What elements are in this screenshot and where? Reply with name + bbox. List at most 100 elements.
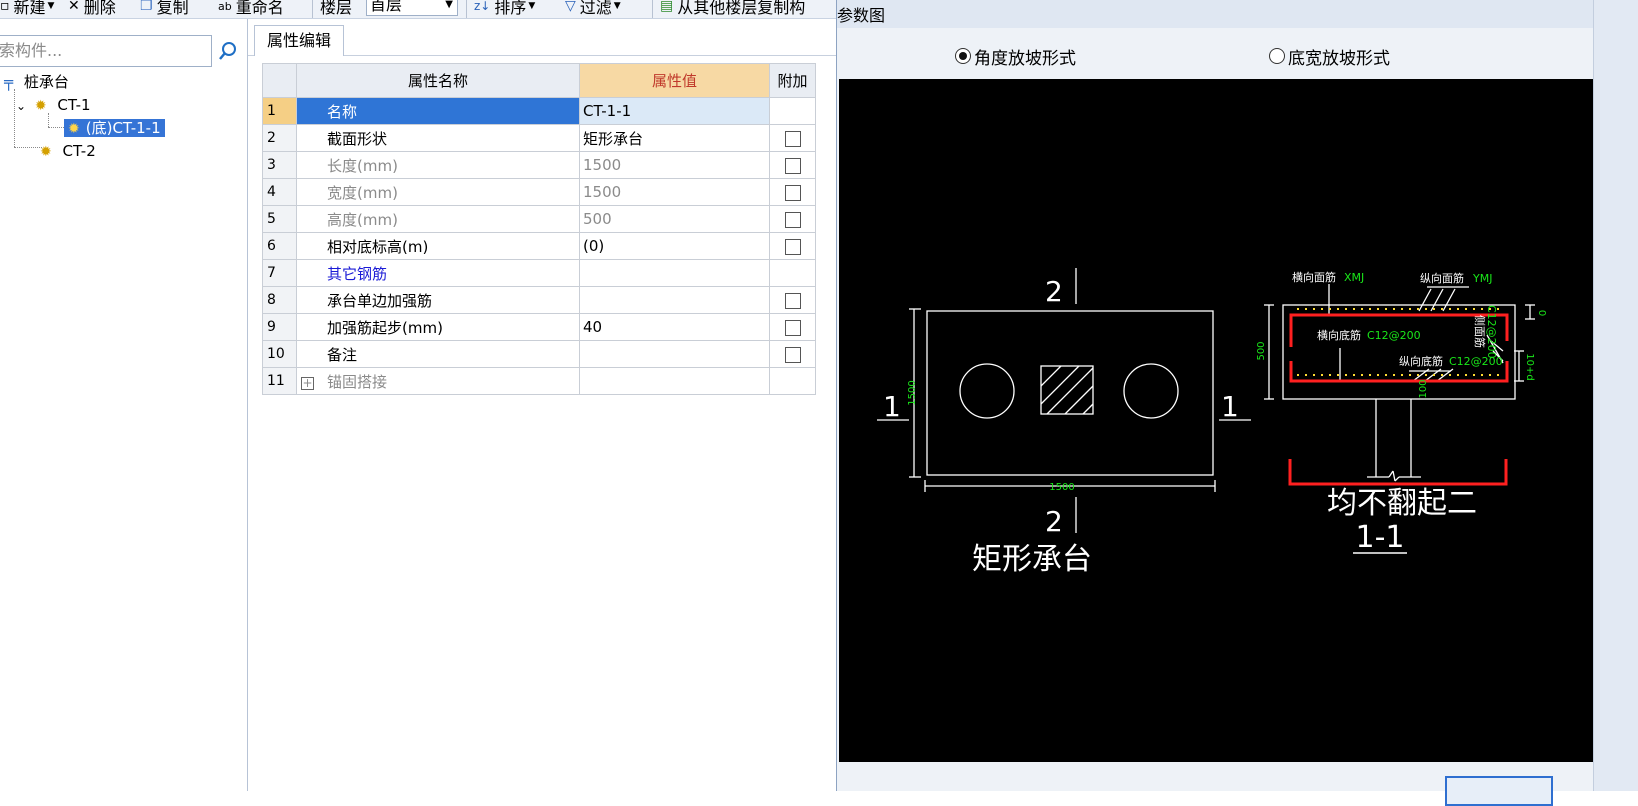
property-value[interactable]: (0) [579,232,770,260]
rebar-labels: 横向面筋 XMJ 纵向面筋 YMJ 横向底筋 C12@200 纵向底筋 C12@… [1292,270,1503,368]
expand-icon[interactable]: + [301,376,314,390]
extra-checkbox[interactable] [784,130,801,147]
table-row[interactable]: 5 高度(mm) 500 [262,205,816,233]
filter-button[interactable]: ▽ 过滤 ▼ [565,0,621,17]
table-row[interactable]: 11 + 锚固搭接 [262,367,816,395]
label-top-horizontal: 横向面筋 [1292,270,1336,284]
tree-node-ct2[interactable]: ✹ CT-2 [40,140,96,162]
copy-from-floor-button[interactable]: ▤ 从其他楼层复制构 [660,0,805,17]
column-header-name[interactable]: 属性名称 [296,63,580,98]
sort-button[interactable]: z↓ 排序 ▼ [474,0,535,17]
code-bottom-horizontal: C12@200 [1367,329,1421,342]
table-row[interactable]: 10 备注 [262,340,816,368]
extra-cell [769,205,816,233]
table-row[interactable]: 6 相对底标高(m) (0) [262,232,816,260]
property-name[interactable]: 相对底标高(m) [296,232,580,260]
extra-checkbox[interactable] [784,319,801,336]
tab-property-edit[interactable]: 属性编辑 [254,25,345,56]
property-value[interactable] [579,367,770,395]
extra-checkbox[interactable] [784,346,801,363]
row-number: 8 [262,286,297,314]
dropdown-arrow-icon: ▼ [47,1,55,11]
property-name[interactable]: + 锚固搭接 [296,367,580,395]
column-header-extra[interactable]: 附加 [769,63,816,98]
floor-select[interactable]: 首层 ▼ [366,0,458,16]
tree-node-ct1[interactable]: ⌄ ✹ CT-1 [16,94,91,116]
code-top-horizontal: XMJ [1344,271,1364,284]
property-name[interactable]: 长度(mm) [296,151,580,179]
toolbar-divider [466,0,467,18]
property-value[interactable]: 500 [579,205,770,233]
table-row[interactable]: 8 承台单边加强筋 [262,286,816,314]
property-name[interactable]: 高度(mm) [296,205,580,233]
dialog-title: 参数图 [837,6,886,25]
table-row[interactable]: 3 长度(mm) 1500 [262,151,816,179]
extra-checkbox[interactable] [784,238,801,255]
extra-checkbox[interactable] [784,211,801,228]
table-row[interactable]: 9 加强筋起步(mm) 40 [262,313,816,341]
property-value[interactable] [579,286,770,314]
code-top-vertical: YMJ [1472,272,1492,285]
property-value[interactable]: CT-1-1 [579,97,770,125]
extra-checkbox[interactable] [784,184,801,201]
pile-circle [959,363,1015,419]
extra-cell [769,340,816,368]
component-panel: 索构件... ╤ 桩承台 ⌄ ✹ CT-1 ✹ (底)CT-1-1 ✹ CT-2 [0,19,248,791]
height-dimension: 500 [1256,341,1267,360]
property-name[interactable]: 其它钢筋 [296,259,580,287]
property-name[interactable]: 承台单边加强筋 [296,286,580,314]
sort-icon: z↓ [474,0,491,13]
property-name[interactable]: 名称 [296,97,580,125]
row-number: 7 [262,259,297,287]
dialog-scrollbar[interactable] [1593,0,1638,791]
extra-checkbox[interactable] [784,157,801,174]
property-name[interactable]: 截面形状 [296,124,580,152]
tree-node-root[interactable]: ╤ 桩承台 [4,71,69,93]
parameter-diagram-dialog: 参数图 角度放坡形式 底宽放坡形式 2 2 1 1 矩形承台 1500 1500… [836,0,1638,806]
tree-node-ct1-1[interactable]: ✹ (底)CT-1-1 [64,117,165,139]
table-row[interactable]: 1 名称 CT-1-1 [262,97,816,125]
column-header-value[interactable]: 属性值 [579,63,770,98]
rename-button[interactable]: ab 重命名 [218,0,284,17]
bottom-cover-dimension: 100 [1418,379,1429,398]
property-name[interactable]: 加强筋起步(mm) [296,313,580,341]
delete-button[interactable]: ✕ 删除 [68,0,116,17]
property-value[interactable] [579,259,770,287]
table-row[interactable]: 4 宽度(mm) 1500 [262,178,816,206]
property-value[interactable]: 1500 [579,178,770,206]
extra-cell [769,97,816,125]
table-row[interactable]: 2 截面形状 矩形承台 [262,124,816,152]
row-number: 11 [262,367,297,395]
search-input[interactable]: 索构件... [0,35,212,67]
section-note: 均不翻起二 [1327,486,1477,521]
copy-icon: ❐ [140,0,153,14]
search-icon [219,42,236,60]
property-name[interactable]: 备注 [296,340,580,368]
top-cover-dimension: 0 [1536,310,1547,316]
dialog-button[interactable] [1445,776,1553,806]
rename-icon: ab [218,0,232,13]
row-number: 6 [262,232,297,260]
table-row[interactable]: 7 其它钢筋 [262,259,816,287]
radio-width-slope[interactable]: 底宽放坡形式 [1269,44,1390,69]
copy-button[interactable]: ❐ 复制 [140,0,189,17]
chevron-down-icon[interactable]: ⌄ [16,99,26,113]
extra-checkbox[interactable] [784,292,801,309]
search-button[interactable] [214,36,242,66]
property-value[interactable]: 40 [579,313,770,341]
extra-cell [769,232,816,260]
row-number-header [262,63,297,98]
property-value[interactable] [579,340,770,368]
property-value[interactable]: 矩形承台 [579,124,770,152]
radio-angle-slope[interactable]: 角度放坡形式 [955,44,1076,69]
property-name[interactable]: 宽度(mm) [296,178,580,206]
property-value[interactable]: 1500 [579,151,770,179]
dialog-body: 角度放坡形式 底宽放坡形式 2 2 1 1 矩形承台 1500 1500 横向面… [837,28,1593,806]
row-number: 3 [262,151,297,179]
side-mark-right: 1 [1221,390,1239,423]
side-mark-left: 1 [883,390,901,423]
tree-connector [14,89,15,147]
new-button[interactable]: ▫ 新建 ▼ [0,0,54,17]
toolbar-divider [312,0,313,18]
cap-outline [926,310,1214,476]
